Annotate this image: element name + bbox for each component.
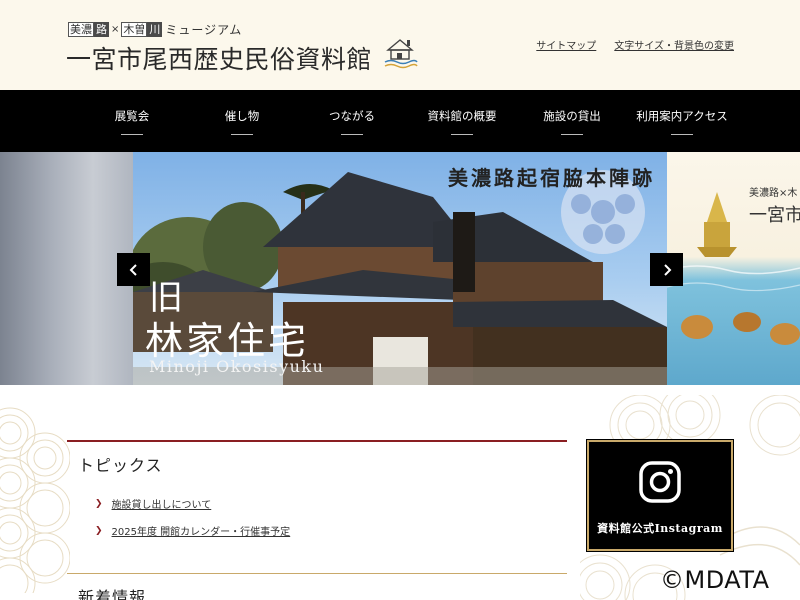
sitemap-link[interactable]: サイトマップ [536, 37, 596, 52]
next-slide-subtitle: 美濃路×木 [749, 188, 798, 199]
nav-underline [231, 133, 253, 135]
nav-item-connect[interactable]: つながる [297, 90, 407, 152]
brand-subtitle: 美濃路 × 木曽川 ミュージアム [68, 21, 242, 38]
chevron-right-icon: ❯ [95, 498, 103, 509]
nav-item-exhibitions[interactable]: 展覧会 [77, 90, 187, 152]
instagram-banner[interactable]: 資料館公式Instagram [586, 439, 734, 552]
chevron-right-icon [663, 263, 671, 276]
instagram-icon [639, 461, 681, 503]
topic-link[interactable]: 2025年度 開館カレンダー・行催事予定 [112, 523, 291, 538]
nav-item-label: 展覧会 [114, 108, 150, 123]
nav-underline [341, 133, 363, 135]
nav-item-label: つながる [329, 108, 375, 123]
nav-item-events[interactable]: 催し物 [187, 90, 297, 152]
nav-underline [561, 133, 583, 135]
list-item: ❯ 施設貸し出しについて [95, 496, 567, 512]
slide-next-preview[interactable]: 美濃路×木 一宮市 [667, 152, 800, 385]
brand-sub-part5: ミュージアム [165, 23, 243, 37]
nav-underline [671, 133, 693, 135]
slide-title: 美濃路起宿脇本陣跡 [448, 166, 655, 190]
instagram-label: 資料館公式Instagram [597, 522, 723, 535]
brand-sub-part1: 美濃 [68, 22, 94, 37]
utility-links: サイトマップ 文字サイズ・背景色の変更 [536, 37, 734, 52]
topics-heading: トピックス [78, 456, 163, 475]
slide-previous-preview[interactable] [0, 152, 133, 385]
nav-item-label: 施設の貸出 [543, 108, 601, 123]
topics-section: トピックス ❯ 施設貸し出しについて ❯ 2025年度 開館カレンダー・行催事予… [67, 440, 567, 550]
chevron-left-icon [129, 263, 137, 276]
brand-sub-part3: 木曽 [121, 22, 148, 37]
brand-sub-part2: 路 [94, 22, 109, 37]
text-size-color-link[interactable]: 文字サイズ・背景色の変更 [614, 37, 734, 52]
topic-link[interactable]: 施設貸し出しについて [112, 496, 212, 511]
global-nav: 展覧会 催し物 つながる 資料館の概要 施設の貸出 利用案内アクセス [0, 90, 800, 152]
chevron-right-icon: ❯ [95, 525, 103, 536]
slider-prev-button[interactable] [117, 253, 150, 286]
copyright-watermark: ©MDATA [660, 566, 770, 594]
nav-underline [451, 133, 473, 135]
news-section: 新着情報 [67, 573, 567, 600]
nav-item-access[interactable]: 利用案内アクセス [627, 90, 737, 152]
museum-logo-icon [384, 39, 418, 69]
nav-item-label: 利用案内アクセス [636, 108, 728, 123]
slide-roman-caption: Minoji Okosisyuku [149, 357, 325, 376]
news-heading: 新着情報 [78, 588, 147, 600]
topics-list: ❯ 施設貸し出しについて ❯ 2025年度 開館カレンダー・行催事予定 [95, 496, 567, 539]
hero-slider: 美濃路起宿脇本陣跡 旧 林家住宅 Minoji Okosisyuku 美濃路×木… [0, 152, 800, 385]
slide-current[interactable]: 美濃路起宿脇本陣跡 旧 林家住宅 Minoji Okosisyuku [133, 152, 667, 385]
nav-item-overview[interactable]: 資料館の概要 [407, 90, 517, 152]
brand-sub-times: × [111, 24, 120, 35]
nav-item-facility-rental[interactable]: 施設の貸出 [517, 90, 627, 152]
site-title[interactable]: 一宮市尾西歴史民俗資料館 [66, 40, 372, 76]
nav-item-label: 催し物 [224, 108, 260, 123]
brand-sub-part4: 川 [147, 22, 163, 37]
nav-underline [121, 133, 143, 135]
nav-item-label: 資料館の概要 [427, 108, 497, 123]
slider-next-button[interactable] [650, 253, 683, 286]
list-item: ❯ 2025年度 開館カレンダー・行催事予定 [95, 523, 567, 539]
wave-pattern-decoration [0, 407, 70, 593]
site-header: 美濃路 × 木曽川 ミュージアム 一宮市尾西歴史民俗資料館 サイトマップ 文字サ… [0, 0, 800, 90]
next-slide-title: 一宮市 [749, 205, 800, 226]
